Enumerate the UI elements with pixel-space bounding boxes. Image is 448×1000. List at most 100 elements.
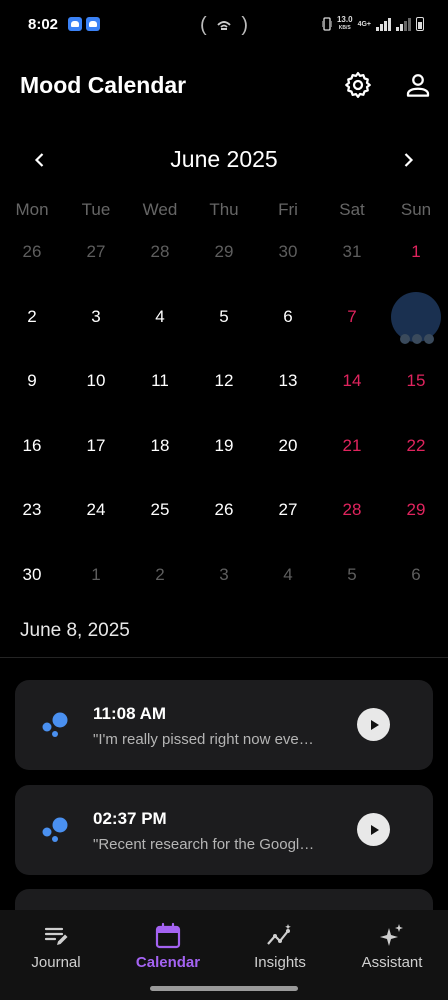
calendar-day[interactable]: 15 [384,349,448,413]
calendar-day[interactable]: 4 [128,285,192,349]
calendar-day[interactable]: 24 [64,478,128,542]
home-indicator[interactable] [150,986,298,991]
calendar-icon [155,922,181,949]
weekday-label: Sat [339,200,365,219]
journal-entry-card[interactable]: 11:08 AM "I'm really pissed right now ev… [15,680,433,770]
calendar-day[interactable]: 29 [192,220,256,284]
chevron-right-icon [404,153,414,167]
day-number: 29 [214,242,234,262]
day-number: 25 [150,500,170,520]
calendar-week: 30 1 2 3 4 5 6 [0,543,448,608]
day-number: 18 [150,435,170,455]
calendar-day[interactable]: 6 [256,285,320,349]
day-number: 26 [22,242,42,262]
calendar-day[interactable]: 10 [64,349,128,413]
calendar-day-selected[interactable] [384,285,448,349]
calendar-day[interactable]: 25 [128,478,192,542]
next-month-button[interactable] [392,144,424,176]
day-number: 1 [411,242,421,262]
day-number: 9 [27,371,37,391]
day-number: 2 [27,306,37,326]
speed-value: 13.0 [336,15,353,24]
calendar-day[interactable]: 27 [256,478,320,542]
calendar-day[interactable]: 2 [0,285,64,349]
day-number: 20 [278,435,298,455]
day-number: 7 [347,306,357,326]
calendar-day[interactable]: 26 [192,478,256,542]
calendar-day[interactable]: 3 [64,285,128,349]
day-number: 15 [406,371,426,391]
day-number: 28 [342,500,362,520]
calendar-day[interactable]: 17 [64,414,128,478]
journal-entry-card[interactable]: 02:37 PM "Recent research for the Googl… [15,785,433,875]
calendar-day[interactable]: 30 [0,543,64,607]
mood-bubbles-icon [42,817,68,842]
calendar-day[interactable]: 28 [128,220,192,284]
calendar-day[interactable]: 2 [128,543,192,607]
day-number: 26 [214,500,234,520]
nav-label: Assistant [361,954,423,971]
calendar-day[interactable]: 28 [320,478,384,542]
calendar-day[interactable]: 18 [128,414,192,478]
person-icon[interactable] [403,70,433,100]
calendar-day[interactable]: 1 [384,220,448,284]
calendar-day[interactable]: 9 [0,349,64,413]
calendar-week: 26 27 28 29 30 31 1 [0,220,448,285]
calendar-day[interactable]: 26 [0,220,64,284]
calendar-day[interactable]: 5 [320,543,384,607]
status-bar: 8:02 ( ) 13.0 KB/S 4G+ [0,0,448,50]
calendar-day[interactable]: 4 [256,543,320,607]
calendar-day[interactable]: 21 [320,414,384,478]
calendar-day[interactable]: 11 [128,349,192,413]
entry-time: 02:37 PM [93,809,167,828]
speed-unit: KB/S [338,25,351,31]
day-number: 14 [342,371,362,391]
day-number: 2 [155,564,165,584]
app-notification-icon [86,17,100,31]
calendar-day[interactable]: 31 [320,220,384,284]
weekday-label: Tue [81,200,111,219]
day-number: 6 [283,306,293,326]
calendar-day[interactable]: 3 [192,543,256,607]
entry-time: 11:08 AM [93,704,167,723]
calendar-week: 16 17 18 19 20 21 22 [0,414,448,479]
entry-preview: "I'm really pissed right now eve… [93,731,314,748]
calendar-day[interactable]: 14 [320,349,384,413]
calendar-day[interactable]: 6 [384,543,448,607]
nav-insights[interactable]: Insights [224,922,336,971]
weekday-label: Mon [15,200,49,219]
calendar-day[interactable]: 27 [64,220,128,284]
day-number: 3 [219,564,229,584]
gear-icon[interactable] [343,70,373,100]
calendar-day[interactable]: 7 [320,285,384,349]
nav-journal[interactable]: Journal [0,922,112,971]
calendar-day[interactable]: 1 [64,543,128,607]
calendar-day[interactable]: 19 [192,414,256,478]
signal-icon [396,17,411,31]
day-number: 12 [214,371,234,391]
nav-calendar[interactable]: Calendar [112,922,224,971]
network-speed: 13.0 KB/S [337,16,353,32]
calendar-day[interactable]: 29 [384,478,448,542]
day-number: 19 [214,435,234,455]
calendar-day[interactable]: 22 [384,414,448,478]
calendar-day[interactable]: 30 [256,220,320,284]
calendar-day[interactable]: 23 [0,478,64,542]
day-number: 22 [406,435,426,455]
day-number: 31 [342,242,362,262]
calendar-grid: 26 27 28 29 30 31 1 2 3 4 5 6 7 9 10 11 … [0,220,448,607]
month-label: June 2025 [170,146,278,172]
nav-assistant[interactable]: Assistant [336,922,448,971]
weekday-label: Fri [278,200,298,219]
calendar-day[interactable]: 20 [256,414,320,478]
play-button[interactable] [357,813,390,846]
page-title: Mood Calendar [20,72,187,98]
calendar-day[interactable]: 12 [192,349,256,413]
calendar-day[interactable]: 13 [256,349,320,413]
play-button[interactable] [357,708,390,741]
nav-label: Calendar [135,954,201,971]
day-number: 29 [406,500,426,520]
calendar-day[interactable]: 16 [0,414,64,478]
notification-icons [68,17,100,31]
calendar-day[interactable]: 5 [192,285,256,349]
